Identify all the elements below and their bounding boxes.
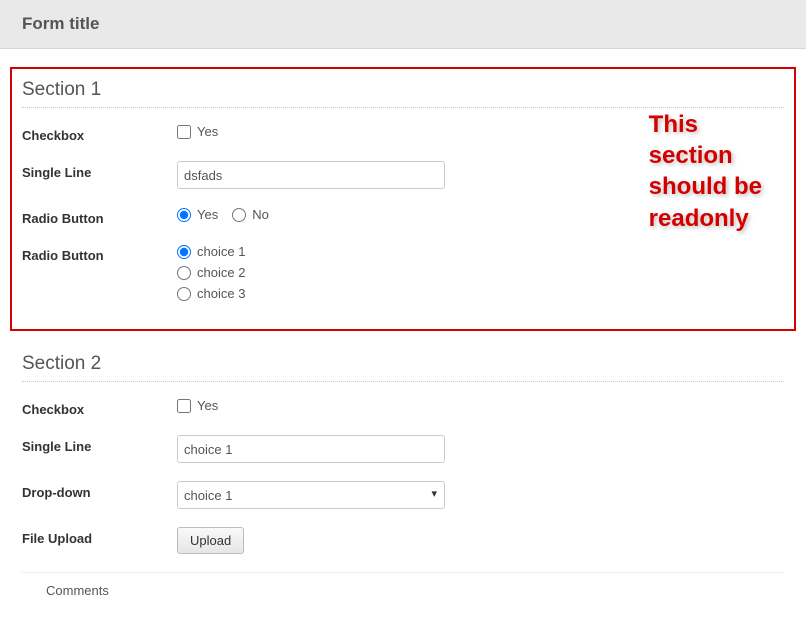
- field-dropdown: Drop-down choice 1: [22, 481, 784, 509]
- radio-label: Radio Button: [22, 207, 177, 226]
- annotation-line: section: [649, 140, 762, 171]
- dropdown-select[interactable]: choice 1: [177, 481, 445, 509]
- singleline-label-2: Single Line: [22, 435, 177, 454]
- section-2: Section 2 Checkbox Yes Single Line Drop-…: [22, 353, 784, 554]
- form-title: Form title: [22, 14, 784, 34]
- field-radio-choices: Radio Button choice 1 choice 2 choice 3: [22, 244, 784, 307]
- field-checkbox-2: Checkbox Yes: [22, 398, 784, 417]
- radio-input-choice2[interactable]: [177, 266, 191, 280]
- checkbox-input-2[interactable]: [177, 399, 191, 413]
- checkbox-label: Checkbox: [22, 124, 177, 143]
- radio-text: No: [252, 207, 269, 222]
- dropdown-label: Drop-down: [22, 481, 177, 500]
- annotation-line: This: [649, 109, 762, 140]
- annotation-line: readonly: [649, 203, 762, 234]
- radio-input-no[interactable]: [232, 208, 246, 222]
- upload-button[interactable]: Upload: [177, 527, 244, 554]
- radio-input-choice1[interactable]: [177, 245, 191, 259]
- radio-input-choice3[interactable]: [177, 287, 191, 301]
- radio-label-2: Radio Button: [22, 244, 177, 263]
- radio-no[interactable]: No: [232, 207, 269, 222]
- radio-text: Yes: [197, 207, 218, 222]
- annotation-line: should be: [649, 171, 762, 202]
- dropdown-wrap[interactable]: choice 1: [177, 481, 445, 509]
- radio-yes[interactable]: Yes: [177, 207, 218, 222]
- radio-text: choice 2: [197, 265, 245, 280]
- field-singleline-2: Single Line: [22, 435, 784, 463]
- comments-label: Comments: [46, 583, 109, 598]
- checkbox-option-2[interactable]: Yes: [177, 398, 784, 413]
- checkbox-text: Yes: [197, 124, 218, 139]
- readonly-annotation: This section should be readonly: [649, 109, 762, 234]
- checkbox-label-2: Checkbox: [22, 398, 177, 417]
- radio-choice-1[interactable]: choice 1: [177, 244, 784, 259]
- radio-choice-2[interactable]: choice 2: [177, 265, 784, 280]
- field-fileupload: File Upload Upload: [22, 527, 784, 554]
- singleline-input-2[interactable]: [177, 435, 445, 463]
- fileupload-label: File Upload: [22, 527, 177, 546]
- checkbox-text-2: Yes: [197, 398, 218, 413]
- radio-text: choice 3: [197, 286, 245, 301]
- singleline-label: Single Line: [22, 161, 177, 180]
- radio-text: choice 1: [197, 244, 245, 259]
- comments-row: Comments: [22, 572, 784, 598]
- section-1-title: Section 1: [22, 79, 784, 108]
- form-body: This section should be readonly Section …: [0, 49, 806, 608]
- section-2-title: Section 2: [22, 353, 784, 382]
- radio-input-yes[interactable]: [177, 208, 191, 222]
- radio-choice-3[interactable]: choice 3: [177, 286, 784, 301]
- form-header: Form title: [0, 0, 806, 49]
- singleline-input[interactable]: [177, 161, 445, 189]
- checkbox-input[interactable]: [177, 125, 191, 139]
